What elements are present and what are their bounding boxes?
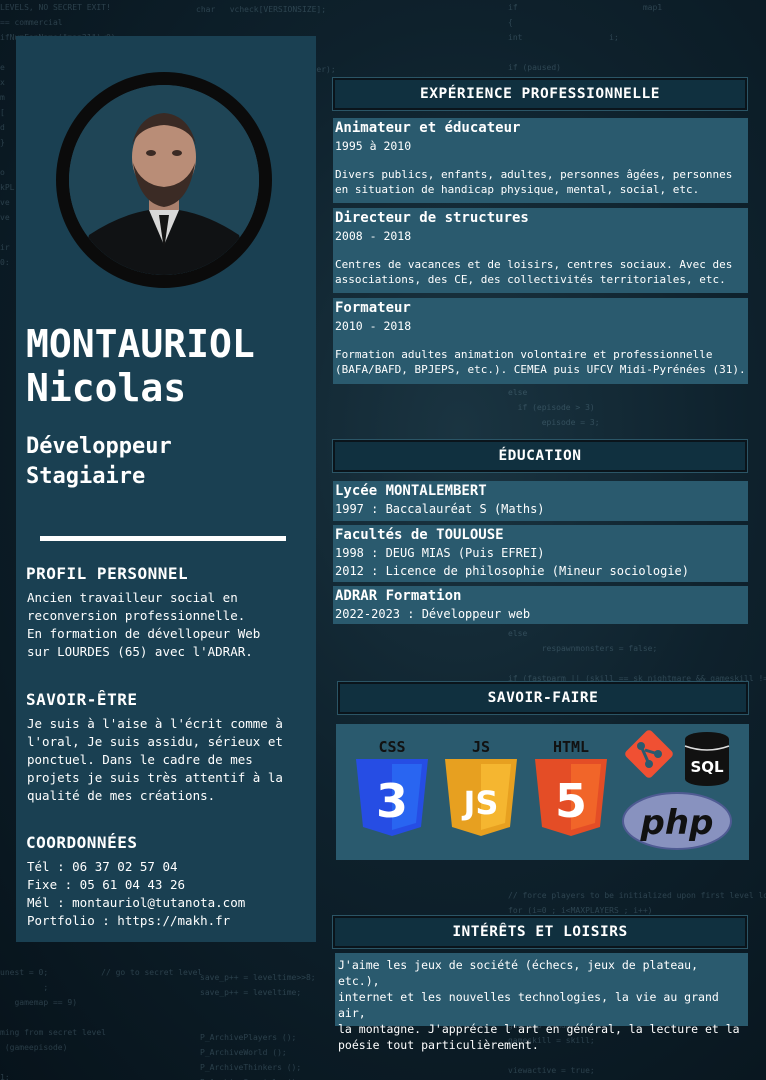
skills-header: SAVOIR-FAIRE: [338, 682, 748, 714]
php-icon: php: [622, 792, 732, 850]
css-number: 3: [376, 774, 408, 828]
text-line: Divers publics, enfants, adultes, person…: [335, 168, 733, 181]
education-item: ADRAR Formation 2022-2023 : Développeur …: [333, 586, 748, 624]
text-line: poésie tout particulièrement.: [338, 1038, 539, 1052]
experience-dates: 1995 à 2010: [335, 139, 412, 153]
sql-label: SQL: [690, 758, 724, 776]
education-header: ÉDUCATION: [333, 440, 747, 472]
left-panel: MONTAURIOL Nicolas Développeur Stagiaire…: [16, 36, 316, 942]
education-title: ADRAR Formation: [335, 588, 462, 604]
personal-profile-text: Ancien travailleur social en reconversio…: [27, 589, 311, 661]
contact-text: Tél : 06 37 02 57 04 Fixe : 05 61 04 43 …: [27, 858, 311, 930]
contact-title: COORDONNÉES: [26, 833, 138, 852]
text-line: sur LOURDES (65) avec l'ADRAR.: [27, 644, 253, 659]
experience-item: Directeur de structures 2008 - 2018 Cent…: [333, 208, 748, 293]
interests-header: INTÉRÊTS ET LOISIRS: [333, 916, 747, 948]
education-line: 1998 : DEUG MIAS (Puis EFREI): [335, 546, 545, 560]
text-line: Centres de vacances et de loisirs, centr…: [335, 258, 733, 271]
text-line: projets je suis très attentif à la: [27, 770, 283, 785]
education-line: 2012 : Licence de philosophie (Mineur so…: [335, 564, 690, 578]
last-name: MONTAURIOL: [26, 322, 255, 366]
landline-line: Fixe : 05 61 04 43 26: [27, 877, 186, 892]
email-line: Mél : montauriol@tutanota.com: [27, 895, 246, 910]
experience-dates: 2010 - 2018: [335, 319, 412, 333]
education-item: Lycée MONTALEMBERT 1997 : Baccalauréat S…: [333, 481, 748, 521]
text-line: ponctuel. Dans le cadre de mes: [27, 752, 253, 767]
interests-text: J'aime les jeux de société (échecs, jeux…: [335, 953, 748, 1052]
experience-desc: Centres de vacances et de loisirs, centr…: [335, 257, 746, 287]
css-label: CSS: [378, 738, 405, 756]
experience-title: Formateur: [335, 300, 411, 316]
text-line: internet et les nouvelles technologies, …: [338, 990, 719, 1020]
html-number: 5: [555, 774, 587, 828]
text-line: Formation adultes animation volontaire e…: [335, 348, 713, 361]
git-icon: [625, 730, 673, 778]
text-line: la montagne. J'apprécie l'art en général…: [338, 1022, 740, 1036]
experience-title: Animateur et éducateur: [335, 120, 521, 136]
phone-line: Tél : 06 37 02 57 04: [27, 859, 178, 874]
html5-icon: HTML 5: [535, 738, 607, 836]
divider: [40, 536, 286, 541]
text-line: (BAFA/BAFD, BPJEPS, etc.). CEMEA puis UF…: [335, 363, 746, 376]
text-line: Ancien travailleur social en: [27, 590, 238, 605]
css3-icon: CSS 3: [356, 738, 428, 836]
js-number: JS: [462, 784, 499, 822]
experience-dates: 2008 - 2018: [335, 229, 412, 243]
education-title: Facultés de TOULOUSE: [335, 527, 504, 543]
full-name: MONTAURIOL Nicolas: [26, 322, 306, 410]
personal-profile-title: PROFIL PERSONNEL: [26, 564, 189, 583]
text-line: associations, des CE, des collectivités …: [335, 273, 726, 286]
soft-skills-title: SAVOIR-ÊTRE: [26, 690, 138, 709]
profile-photo: [56, 72, 272, 288]
education-title: Lycée MONTALEMBERT: [335, 483, 487, 499]
experience-item: Animateur et éducateur 1995 à 2010 Diver…: [333, 118, 748, 203]
experience-title: Directeur de structures: [335, 210, 529, 226]
skills-panel: CSS 3 JS JS HTML 5 SQL php: [336, 724, 749, 860]
experience-item: Formateur 2010 - 2018 Formation adultes …: [333, 298, 748, 384]
js-label: JS: [472, 738, 490, 756]
experience-desc: Formation adultes animation volontaire e…: [335, 347, 746, 377]
text-line: en situation de handicap physique, menta…: [335, 183, 700, 196]
text-line: l'oral, Je suis assidu, sérieux et: [27, 734, 283, 749]
text-line: reconversion professionnelle.: [27, 608, 246, 623]
php-label: php: [640, 803, 714, 843]
education-line: 1997 : Baccalauréat S (Maths): [335, 502, 545, 516]
experience-desc: Divers publics, enfants, adultes, person…: [335, 167, 746, 197]
job-title-line: Stagiaire: [26, 464, 146, 489]
first-name: Nicolas: [26, 366, 187, 410]
html-label: HTML: [553, 738, 589, 756]
job-title-line: Développeur: [26, 434, 172, 459]
portfolio-line: Portfolio : https://makh.fr: [27, 913, 231, 928]
job-title: Développeur Stagiaire: [26, 432, 306, 492]
text-line: J'aime les jeux de société (échecs, jeux…: [338, 958, 699, 988]
soft-skills-text: Je suis à l'aise à l'écrit comme à l'ora…: [27, 715, 311, 805]
text-line: En formation de dévellopeur Web: [27, 626, 261, 641]
experience-header: EXPÉRIENCE PROFESSIONNELLE: [333, 78, 747, 110]
education-line: 2022-2023 : Développeur web: [335, 607, 531, 621]
text-line: qualité de mes créations.: [27, 788, 216, 803]
sql-icon: SQL: [684, 732, 730, 786]
education-item: Facultés de TOULOUSE 1998 : DEUG MIAS (P…: [333, 525, 748, 582]
js-icon: JS JS: [445, 738, 517, 836]
text-line: Je suis à l'aise à l'écrit comme à: [27, 716, 283, 731]
